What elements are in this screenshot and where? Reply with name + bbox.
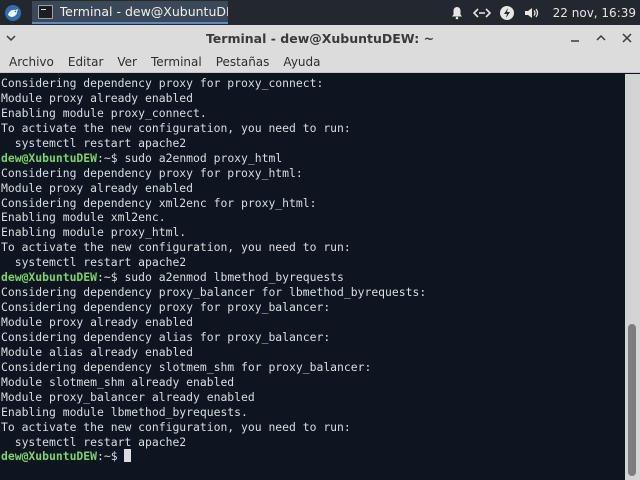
menu-ayuda[interactable]: Ayuda [276, 51, 327, 73]
terminal-output-line: Considering dependency slotmem_shm for p… [1, 359, 372, 374]
terminal-icon [38, 4, 53, 19]
menu-editar[interactable]: Editar [61, 51, 111, 73]
menubar: Archivo Editar Ver Terminal Pestañas Ayu… [0, 51, 640, 73]
command-text: sudo a2enmod proxy_html [124, 150, 283, 165]
terminal-output[interactable]: Considering dependency proxy for proxy_c… [0, 74, 625, 480]
prompt-path: :~$ [97, 270, 125, 285]
menu-ver[interactable]: Ver [110, 51, 144, 73]
volume-icon[interactable] [520, 0, 545, 25]
terminal-output-line: systemctl restart apache2 [1, 255, 187, 270]
menu-archivo[interactable]: Archivo [2, 51, 61, 73]
xubuntu-whisker-icon[interactable] [0, 0, 26, 25]
terminal-output-line: Considering dependency proxy for proxy_h… [1, 165, 303, 180]
menu-pestanas[interactable]: Pestañas [209, 51, 277, 73]
terminal-output-line: To activate the new configuration, you n… [1, 419, 351, 434]
terminal-cursor [124, 449, 132, 463]
prompt-path: :~$ [97, 150, 125, 165]
power-icon[interactable] [495, 0, 520, 25]
prompt-user: dew@XubuntuDEW [1, 449, 98, 464]
top-panel: Terminal - dew@XubuntuDE... 22 nov, 16:3… [0, 0, 640, 25]
terminal-output-line: Enabling module xml2enc. [1, 210, 166, 225]
menu-terminal[interactable]: Terminal [144, 51, 209, 73]
terminal-output-line: Considering dependency proxy for proxy_b… [1, 300, 331, 315]
clock[interactable]: 22 nov, 16:39 [553, 6, 636, 20]
terminal-output-line: Considering dependency proxy_balancer fo… [1, 285, 427, 300]
terminal-output-line: Module alias already enabled [1, 344, 194, 359]
terminal-output-line: Enabling module proxy_html. [1, 225, 187, 240]
terminal-output-line: Enabling module lbmethod_byrequests. [1, 404, 248, 419]
bell-icon[interactable] [445, 0, 470, 25]
terminal-prompt-line: dew@XubuntuDEW:~$ sudo a2enmod lbmethod_… [1, 270, 625, 285]
terminal-scrollbar[interactable] [625, 74, 640, 480]
terminal-output-line: To activate the new configuration, you n… [1, 120, 351, 135]
system-tray: 22 nov, 16:39 [445, 0, 640, 25]
terminal-output-line: Module proxy already enabled [1, 180, 194, 195]
terminal-output-line: Module slotmem_shm already enabled [1, 374, 235, 389]
terminal-output-line: Enabling module proxy_connect. [1, 105, 207, 120]
terminal-output-line: Considering dependency alias for proxy_b… [1, 329, 331, 344]
terminal-prompt-line: dew@XubuntuDEW:~$ sudo a2enmod proxy_htm… [1, 151, 625, 166]
terminal-output-line: To activate the new configuration, you n… [1, 240, 351, 255]
terminal-output-line: Considering dependency proxy for proxy_c… [1, 76, 324, 90]
taskbar-terminal-button[interactable]: Terminal - dew@XubuntuDE... [32, 1, 228, 24]
terminal-output-line: Module proxy already enabled [1, 90, 194, 105]
network-icon[interactable] [470, 0, 495, 25]
prompt-user: dew@XubuntuDEW [1, 270, 98, 285]
prompt-user: dew@XubuntuDEW [1, 150, 98, 165]
window-titlebar[interactable]: Terminal - dew@XubuntuDEW: ~ [0, 25, 640, 51]
close-icon[interactable] [614, 25, 640, 51]
scrollbar-thumb[interactable] [628, 324, 636, 476]
minimize-icon[interactable] [562, 25, 588, 51]
terminal-output-line: Module proxy already enabled [1, 315, 194, 329]
window-title: Terminal - dew@XubuntuDEW: ~ [205, 31, 435, 46]
taskbar-terminal-label: Terminal - dew@XubuntuDE... [59, 4, 228, 19]
terminal-output-line: Considering dependency xml2enc for proxy… [1, 195, 317, 210]
terminal-output-line: systemctl restart apache2 [1, 135, 187, 150]
command-text: sudo a2enmod lbmethod_byrequests [124, 270, 344, 285]
maximize-icon[interactable] [588, 25, 614, 51]
terminal-output-line: systemctl restart apache2 [1, 434, 187, 449]
prompt-path: :~$ [97, 449, 125, 464]
terminal-prompt-line: dew@XubuntuDEW:~$ [1, 449, 625, 464]
terminal-output-line: Module proxy_balancer already enabled [1, 389, 255, 404]
